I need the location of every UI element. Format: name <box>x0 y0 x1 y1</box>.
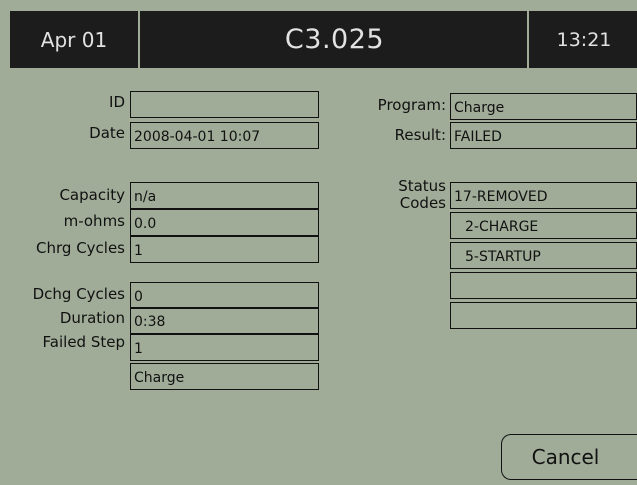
header-title: C3.025 <box>284 24 385 55</box>
dchg-cycles-label: Dchg Cycles <box>32 285 125 303</box>
header-bar: Apr 01 C3.025 13:21 <box>10 11 637 68</box>
header-divider <box>527 11 529 68</box>
status-code-3: 5-STARTUP <box>450 242 637 269</box>
id-field <box>130 91 319 118</box>
header-time: 13:21 <box>556 28 612 51</box>
cancel-button[interactable]: Cancel <box>501 434 637 480</box>
chrg-cycles-field: 1 <box>130 236 319 263</box>
status-code-1: 17-REMOVED <box>450 182 637 209</box>
result-label: Result: <box>394 126 446 144</box>
id-label: ID <box>109 93 125 111</box>
result-field: FAILED <box>450 122 637 149</box>
status-label: Status <box>398 177 446 195</box>
device-screen: Apr 01 C3.025 13:21 ID Date Capacity m-o… <box>0 0 637 485</box>
duration-field: 0:38 <box>130 307 319 334</box>
status-code-4 <box>450 272 637 299</box>
header-date: Apr 01 <box>40 27 108 52</box>
status-code-2: 2-CHARGE <box>450 212 637 239</box>
program-field: Charge <box>450 93 637 120</box>
dchg-cycles-field: 0 <box>130 282 319 309</box>
capacity-field: n/a <box>130 182 319 209</box>
status-code-5 <box>450 302 637 329</box>
header-divider <box>138 11 140 68</box>
mohms-field: 0.0 <box>130 209 319 236</box>
chrg-cycles-label: Chrg Cycles <box>36 239 125 257</box>
duration-label: Duration <box>59 309 125 327</box>
program-label: Program: <box>377 96 446 114</box>
date-field: 2008-04-01 10:07 <box>130 122 319 149</box>
failed-step-field: 1 <box>130 334 319 361</box>
mohms-label: m-ohms <box>63 212 125 230</box>
failed-step-name-field: Charge <box>130 363 319 390</box>
capacity-label: Capacity <box>59 186 125 204</box>
date-label: Date <box>89 124 125 142</box>
codes-label: Codes <box>399 194 446 212</box>
failed-step-label: Failed Step <box>42 333 125 351</box>
